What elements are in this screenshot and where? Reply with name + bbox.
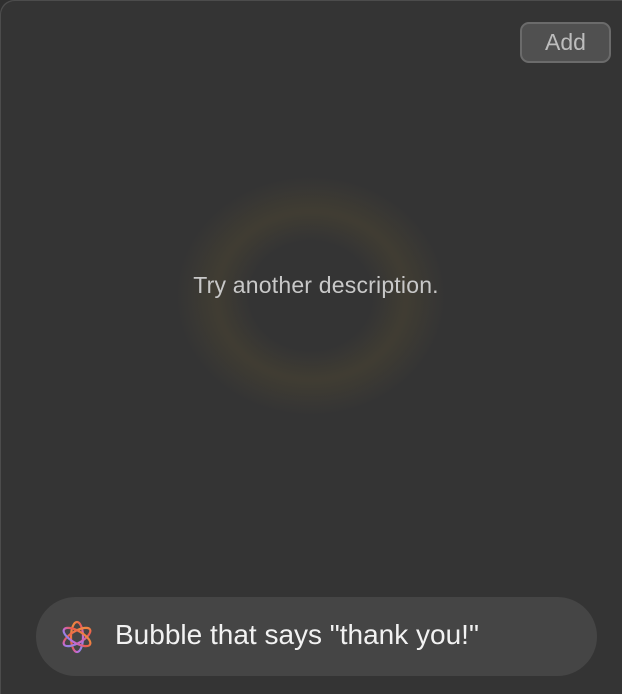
status-message: Try another description. [193, 272, 439, 298]
prompt-bar[interactable]: Bubble that says "thank you!" [36, 597, 597, 676]
sparkle-flower-icon [62, 620, 92, 654]
image-generation-panel: Add Try another description. Bubble that… [0, 0, 622, 694]
add-button[interactable]: Add [520, 22, 611, 63]
prompt-text: Bubble that says "thank you!" [115, 619, 479, 650]
